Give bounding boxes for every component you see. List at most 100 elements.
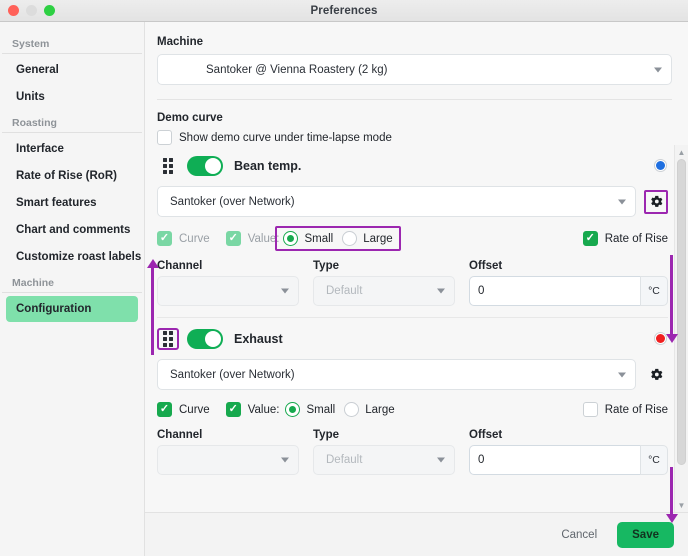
curve-checkbox[interactable]: ✓ [157, 231, 172, 246]
machine-select[interactable]: Santoker @ Vienna Roastery (2 kg) [157, 54, 672, 85]
sidebar-item-customize-roast-labels[interactable]: Customize roast labels [6, 244, 141, 270]
drag-handle-icon[interactable] [161, 331, 175, 347]
size-option-large[interactable]: Large [342, 231, 393, 246]
annotation-arrow-down-save [670, 467, 673, 515]
device-settings-button[interactable] [644, 189, 668, 214]
radio-large[interactable] [344, 402, 360, 417]
drag-handle-box [157, 328, 179, 350]
rate-of-rise-label: Rate of Rise [604, 232, 668, 245]
chevron-down-icon [281, 288, 289, 294]
device-color-dot[interactable] [654, 159, 667, 172]
offset-label: Offset [469, 260, 503, 272]
channel-field: Channel [157, 260, 299, 306]
size-option-small-label: Small [306, 403, 336, 416]
size-option-small[interactable]: Small [283, 231, 333, 246]
sidebar-item-interface[interactable]: Interface [6, 136, 138, 162]
device-fields-row: Channel Type Default Offset 0 °C [157, 260, 668, 306]
rate-of-rise-row[interactable]: Rate of Rise [582, 402, 668, 417]
size-option-large[interactable]: Large [344, 402, 395, 417]
device-settings-button[interactable] [644, 363, 668, 387]
channel-select[interactable] [157, 276, 299, 306]
value-checkbox[interactable]: ✓ [225, 402, 241, 417]
size-option-small[interactable]: Small [285, 402, 335, 417]
sidebar-group-roasting: Roasting [2, 111, 142, 133]
type-field: Type Default [313, 429, 455, 475]
demo-curve-checkbox[interactable] [157, 130, 172, 145]
machine-section: Machine Santoker @ Vienna Roastery (2 kg… [145, 22, 688, 145]
value-check-row[interactable]: ✓ Value: [225, 231, 279, 246]
value-checkbox[interactable]: ✓ [225, 231, 241, 246]
annotation-arrow-up-left [151, 267, 154, 355]
device-options-row: ✓ Curve ✓ Value: Small [157, 226, 668, 251]
chevron-down-icon [654, 67, 662, 72]
chevron-down-icon [437, 288, 445, 294]
device-block-exhaust: Exhaust Santoker (over Network) ✓ Curve … [157, 318, 668, 475]
curve-label: Curve [179, 232, 210, 245]
curve-checkbox[interactable]: ✓ [157, 402, 172, 417]
save-button[interactable]: Save [617, 521, 674, 548]
value-label: Value: [247, 403, 280, 416]
size-option-large-label: Large [365, 403, 395, 416]
value-size-radiogroup: Small Large [279, 399, 400, 420]
device-title: Exhaust [234, 332, 283, 346]
scrollbar-thumb[interactable] [677, 159, 686, 465]
offset-input[interactable] [469, 276, 640, 306]
demo-curve-label: Demo curve [157, 112, 223, 124]
sidebar-item-chart-and-comments[interactable]: Chart and comments [6, 217, 138, 243]
type-label: Type [313, 429, 339, 441]
channel-label: Channel [157, 429, 203, 441]
gear-icon [646, 365, 666, 385]
gear-icon [646, 192, 666, 212]
curve-check-row[interactable]: ✓ Curve [157, 231, 210, 246]
type-select[interactable]: Default [313, 445, 455, 475]
sidebar-group-machine: Machine [2, 271, 142, 293]
window-titlebar: Preferences [0, 0, 688, 22]
device-source-row: Santoker (over Network) [157, 359, 668, 390]
sidebar-item-configuration[interactable]: Configuration [6, 296, 138, 322]
curve-check-row[interactable]: ✓ Curve [157, 402, 210, 417]
size-option-large-label: Large [363, 232, 393, 245]
radio-small[interactable] [283, 231, 299, 246]
device-source-select[interactable]: Santoker (over Network) [157, 186, 636, 217]
device-fields-row: Channel Type Default Offset 0 °C [157, 429, 668, 475]
rate-of-rise-checkbox[interactable] [582, 402, 598, 417]
offset-field: Offset °C [469, 429, 668, 475]
offset-input[interactable] [469, 445, 640, 475]
scroll-up-arrow[interactable]: ▲ [675, 145, 688, 159]
offset-unit: °C [640, 276, 668, 306]
device-block-bean-temp: Bean temp. Santoker (over Network) ✓ Cur… [157, 145, 668, 318]
size-option-small-label: Small [304, 232, 334, 245]
offset-input-wrap: °C [469, 445, 668, 475]
radio-small[interactable] [285, 402, 301, 417]
rate-of-rise-row[interactable]: ✓ Rate of Rise [582, 231, 668, 246]
device-source-select[interactable]: Santoker (over Network) [157, 359, 636, 390]
drag-handle-box [157, 155, 179, 177]
preferences-sidebar: System General Units Roasting Interface … [0, 22, 145, 556]
rate-of-rise-label: Rate of Rise [604, 403, 668, 416]
demo-curve-checkbox-label: Show demo curve under time-lapse mode [179, 131, 392, 144]
device-options-row: ✓ Curve ✓ Value: Small [157, 399, 668, 420]
sidebar-item-smart-features[interactable]: Smart features [6, 190, 138, 216]
offset-field: Offset °C [469, 260, 668, 306]
chevron-down-icon [281, 457, 289, 463]
demo-curve-row[interactable]: Show demo curve under time-lapse mode [157, 130, 672, 145]
value-size-radiogroup: Small Large [275, 226, 401, 251]
rate-of-rise-checkbox[interactable]: ✓ [582, 231, 598, 246]
type-label: Type [313, 260, 339, 272]
sidebar-item-rate-of-rise[interactable]: Rate of Rise (RoR) [6, 163, 138, 189]
preferences-main: Machine Santoker @ Vienna Roastery (2 kg… [145, 22, 688, 556]
channel-select[interactable] [157, 445, 299, 475]
type-select[interactable]: Default [313, 276, 455, 306]
scroll-down-arrow[interactable]: ▼ [675, 498, 688, 512]
drag-handle-icon[interactable] [161, 158, 175, 174]
device-enable-toggle[interactable] [187, 329, 223, 349]
type-field: Type Default [313, 260, 455, 306]
sidebar-item-units[interactable]: Units [6, 84, 138, 110]
offset-label: Offset [469, 429, 503, 441]
cancel-button[interactable]: Cancel [553, 523, 605, 547]
devices-scrollbar[interactable]: ▲ ▼ [674, 145, 688, 512]
device-enable-toggle[interactable] [187, 156, 223, 176]
value-check-row[interactable]: ✓ Value: [225, 402, 280, 417]
sidebar-item-general[interactable]: General [6, 57, 138, 83]
radio-large[interactable] [342, 231, 358, 246]
